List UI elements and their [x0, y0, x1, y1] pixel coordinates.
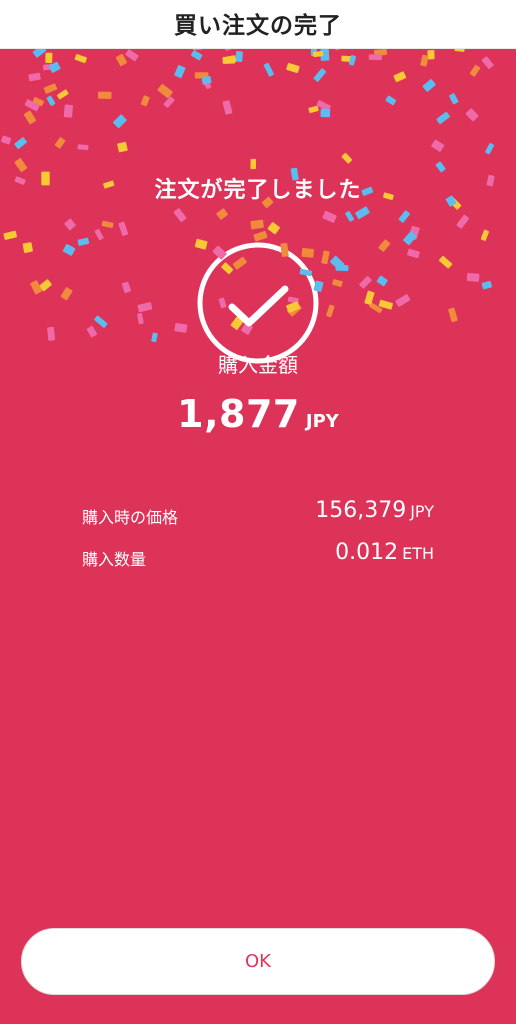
- detail-row-quantity: 購入数量 0.012 ETH: [82, 540, 434, 570]
- detail-number: 156,379: [315, 498, 407, 523]
- detail-number: 0.012: [335, 540, 399, 565]
- detail-value: 156,379 JPY: [315, 498, 434, 523]
- purchase-amount: 1,877 JPY: [0, 392, 516, 436]
- ok-button[interactable]: OK: [21, 928, 495, 995]
- page-title: 買い注文の完了: [174, 13, 342, 39]
- detail-value: 0.012 ETH: [335, 540, 434, 565]
- header-bar: 買い注文の完了: [0, 0, 516, 49]
- detail-unit: ETH: [402, 544, 434, 563]
- order-complete-message: 注文が完了しました: [154, 178, 362, 203]
- detail-row-price: 購入時の価格 156,379 JPY: [82, 498, 434, 528]
- purchase-amount-value: 1,877: [177, 392, 300, 436]
- detail-label: 購入数量: [82, 550, 147, 569]
- detail-label: 購入時の価格: [82, 508, 179, 527]
- purchase-amount-unit: JPY: [305, 411, 339, 432]
- check-circle-icon: [194, 239, 322, 367]
- detail-unit: JPY: [410, 502, 434, 521]
- completion-panel: 注文が完了しました: [0, 48, 516, 1024]
